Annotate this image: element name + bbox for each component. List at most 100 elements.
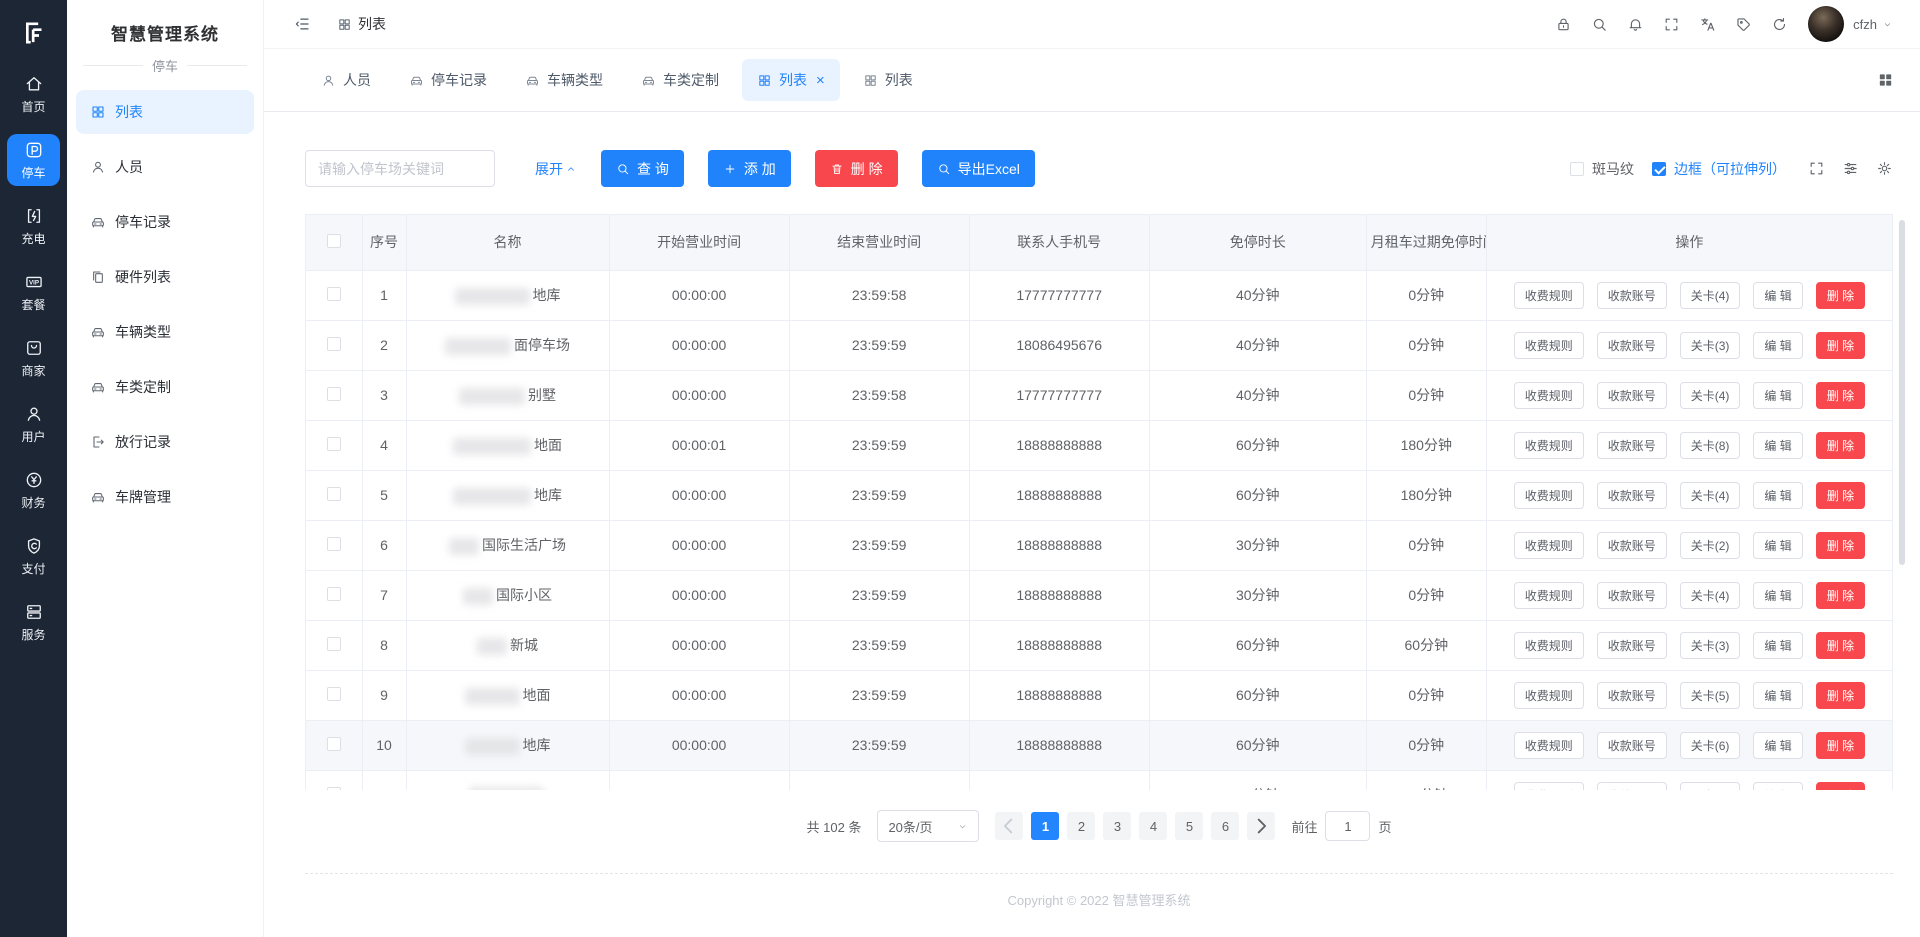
page-button-2[interactable]: 2	[1067, 812, 1095, 840]
search-icon[interactable]	[1591, 16, 1608, 33]
delete-row-button[interactable]: 删 除	[1816, 682, 1865, 709]
row-checkbox[interactable]	[327, 337, 341, 351]
edit-button[interactable]: 编 辑	[1753, 582, 1802, 609]
page-button-5[interactable]: 5	[1175, 812, 1203, 840]
zebra-checkbox-group[interactable]: 斑马纹	[1570, 159, 1634, 179]
tab-options-grid-icon[interactable]	[1877, 72, 1894, 89]
page-button-3[interactable]: 3	[1103, 812, 1131, 840]
row-checkbox[interactable]	[327, 437, 341, 451]
delete-row-button[interactable]: 删 除	[1816, 632, 1865, 659]
sidebar-item-2[interactable]: 停车记录	[76, 200, 254, 244]
tab-2[interactable]: 车辆类型	[510, 59, 618, 101]
select-all-checkbox[interactable]	[327, 234, 341, 248]
rail-item-1[interactable]: 停车	[7, 134, 60, 186]
tag-icon[interactable]	[1735, 16, 1752, 33]
payment-account-button[interactable]: 收款账号	[1597, 332, 1667, 359]
edit-button[interactable]: 编 辑	[1753, 282, 1802, 309]
border-checkbox[interactable]	[1652, 162, 1666, 176]
gate-button[interactable]: 关卡(4)	[1680, 582, 1741, 609]
payment-account-button[interactable]: 收款账号	[1597, 632, 1667, 659]
edit-button[interactable]: 编 辑	[1753, 482, 1802, 509]
rail-item-7[interactable]: 支付	[7, 530, 60, 582]
row-checkbox[interactable]	[327, 787, 341, 791]
sidebar-item-6[interactable]: 放行记录	[76, 420, 254, 464]
border-checkbox-group[interactable]: 边框（可拉伸列）	[1652, 159, 1786, 179]
delete-row-button[interactable]: 删 除	[1816, 732, 1865, 759]
fee-rule-button[interactable]: 收费规则	[1514, 782, 1584, 791]
edit-button[interactable]: 编 辑	[1753, 432, 1802, 459]
row-checkbox[interactable]	[327, 537, 341, 551]
gate-button[interactable]: 关卡(4)	[1680, 282, 1741, 309]
row-checkbox[interactable]	[327, 637, 341, 651]
lock-icon[interactable]	[1555, 16, 1572, 33]
fee-rule-button[interactable]: 收费规则	[1514, 282, 1584, 309]
prev-page-button[interactable]	[995, 812, 1023, 840]
query-button[interactable]: 查 询	[601, 150, 684, 187]
fee-rule-button[interactable]: 收费规则	[1514, 682, 1584, 709]
collapse-sidebar-icon[interactable]	[293, 15, 311, 33]
delete-button[interactable]: 删 除	[815, 150, 898, 187]
sidebar-item-4[interactable]: 车辆类型	[76, 310, 254, 354]
fee-rule-button[interactable]: 收费规则	[1514, 532, 1584, 559]
edit-button[interactable]: 编 辑	[1753, 382, 1802, 409]
rail-item-3[interactable]: VIP套餐	[7, 266, 60, 318]
payment-account-button[interactable]: 收款账号	[1597, 782, 1667, 791]
next-page-button[interactable]	[1247, 812, 1275, 840]
edit-button[interactable]: 编 辑	[1753, 532, 1802, 559]
fee-rule-button[interactable]: 收费规则	[1514, 632, 1584, 659]
delete-row-button[interactable]: 删 除	[1816, 332, 1865, 359]
edit-button[interactable]: 编 辑	[1753, 632, 1802, 659]
gate-button[interactable]: 关卡(6)	[1680, 732, 1741, 759]
user-menu[interactable]: cfzh	[1853, 17, 1893, 32]
delete-row-button[interactable]: 删 除	[1816, 782, 1865, 791]
export-excel-button[interactable]: 导出Excel	[922, 150, 1035, 187]
gate-button[interactable]: 关卡(8)	[1680, 432, 1741, 459]
tab-1[interactable]: 停车记录	[394, 59, 502, 101]
vertical-scrollbar[interactable]	[1899, 220, 1905, 565]
translate-icon[interactable]	[1699, 16, 1716, 33]
row-checkbox[interactable]	[327, 287, 341, 301]
delete-row-button[interactable]: 删 除	[1816, 582, 1865, 609]
app-logo[interactable]	[19, 0, 49, 56]
row-checkbox[interactable]	[327, 687, 341, 701]
edit-button[interactable]: 编 辑	[1753, 682, 1802, 709]
rail-item-6[interactable]: 财务	[7, 464, 60, 516]
sidebar-item-7[interactable]: 车牌管理	[76, 475, 254, 519]
add-button[interactable]: 添 加	[708, 150, 791, 187]
fee-rule-button[interactable]: 收费规则	[1514, 382, 1584, 409]
payment-account-button[interactable]: 收款账号	[1597, 682, 1667, 709]
tab-3[interactable]: 车类定制	[626, 59, 734, 101]
fullscreen-icon[interactable]	[1808, 160, 1825, 177]
column-settings-icon[interactable]	[1842, 160, 1859, 177]
fee-rule-button[interactable]: 收费规则	[1514, 582, 1584, 609]
page-size-select[interactable]: 20条/页	[877, 810, 979, 842]
delete-row-button[interactable]: 删 除	[1816, 482, 1865, 509]
gear-icon[interactable]	[1876, 160, 1893, 177]
payment-account-button[interactable]: 收款账号	[1597, 732, 1667, 759]
rail-item-0[interactable]: 首页	[7, 68, 60, 120]
search-input[interactable]	[305, 150, 495, 187]
zebra-checkbox[interactable]	[1570, 162, 1584, 176]
tab-5[interactable]: 列表	[848, 59, 928, 101]
gate-button[interactable]: 关卡(2)	[1680, 532, 1741, 559]
gate-button[interactable]: 关卡(3)	[1680, 332, 1741, 359]
fee-rule-button[interactable]: 收费规则	[1514, 432, 1584, 459]
gate-button[interactable]: 关卡(4)	[1680, 782, 1741, 791]
tab-0[interactable]: 人员	[306, 59, 386, 101]
row-checkbox[interactable]	[327, 487, 341, 501]
refresh-icon[interactable]	[1771, 16, 1788, 33]
page-button-1[interactable]: 1	[1031, 812, 1059, 840]
edit-button[interactable]: 编 辑	[1753, 782, 1802, 791]
row-checkbox[interactable]	[327, 387, 341, 401]
edit-button[interactable]: 编 辑	[1753, 332, 1802, 359]
payment-account-button[interactable]: 收款账号	[1597, 482, 1667, 509]
tab-4[interactable]: 列表×	[742, 59, 840, 101]
payment-account-button[interactable]: 收款账号	[1597, 382, 1667, 409]
row-checkbox[interactable]	[327, 587, 341, 601]
sidebar-item-1[interactable]: 人员	[76, 145, 254, 189]
expand-link[interactable]: 展开	[535, 159, 577, 179]
gate-button[interactable]: 关卡(3)	[1680, 632, 1741, 659]
fee-rule-button[interactable]: 收费规则	[1514, 332, 1584, 359]
sidebar-item-0[interactable]: 列表	[76, 90, 254, 134]
delete-row-button[interactable]: 删 除	[1816, 532, 1865, 559]
